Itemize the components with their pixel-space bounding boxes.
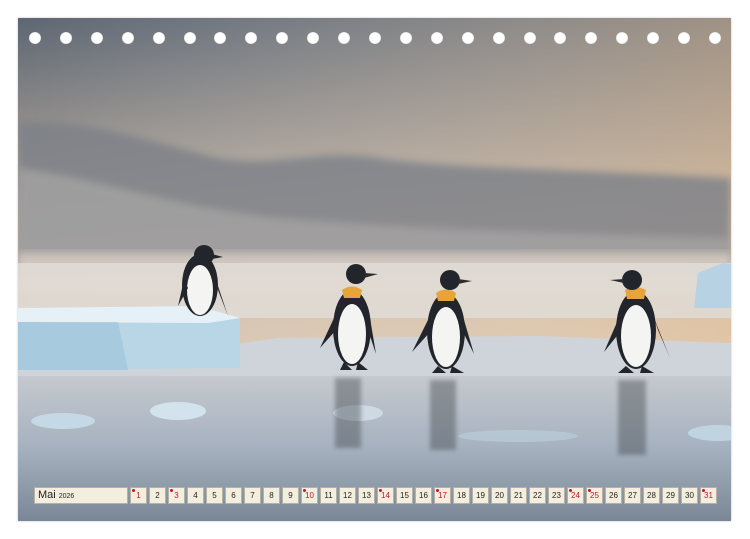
month-year: 2026 <box>58 493 75 500</box>
day-cell: 6 <box>225 487 242 504</box>
binding-hole <box>678 32 691 44</box>
day-number: 29 <box>666 491 675 500</box>
day-cell: 2 <box>149 487 166 504</box>
day-cell: 31 <box>700 487 717 504</box>
day-number: 15 <box>400 491 409 500</box>
day-cell: 24 <box>567 487 584 504</box>
day-cell: 29 <box>662 487 679 504</box>
day-cell: 14 <box>377 487 394 504</box>
day-number: 5 <box>212 491 217 500</box>
day-cell: 5 <box>206 487 223 504</box>
day-number: 8 <box>269 491 274 500</box>
day-number: 3 <box>174 491 179 500</box>
binding-hole <box>59 32 72 44</box>
day-cell: 19 <box>472 487 489 504</box>
day-cell: 7 <box>244 487 261 504</box>
day-cell: 25 <box>586 487 603 504</box>
day-number: 10 <box>305 491 314 500</box>
day-number: 1 <box>136 491 141 500</box>
day-number: 20 <box>495 491 504 500</box>
day-number: 13 <box>362 491 371 500</box>
day-cell: 3 <box>168 487 185 504</box>
day-cell: 17 <box>434 487 451 504</box>
day-number: 11 <box>324 491 333 500</box>
day-cell: 10 <box>301 487 318 504</box>
day-cell: 27 <box>624 487 641 504</box>
binding-hole <box>121 32 134 44</box>
binding-holes <box>29 32 721 46</box>
binding-hole <box>307 32 320 44</box>
month-name: Mai <box>38 489 56 501</box>
binding-hole <box>29 32 41 44</box>
day-number: 12 <box>343 491 352 500</box>
binding-hole <box>245 32 258 44</box>
day-cell: 15 <box>396 487 413 504</box>
day-cell: 8 <box>263 487 280 504</box>
day-cell: 12 <box>339 487 356 504</box>
day-number: 27 <box>628 491 637 500</box>
day-cell: 26 <box>605 487 622 504</box>
day-number: 31 <box>704 491 713 500</box>
day-number: 17 <box>438 491 447 500</box>
day-number: 28 <box>647 491 656 500</box>
day-cell: 11 <box>320 487 337 504</box>
binding-hole <box>152 32 165 44</box>
day-cell: 20 <box>491 487 508 504</box>
binding-hole <box>708 32 721 44</box>
day-number: 25 <box>590 491 599 500</box>
day-cell: 21 <box>510 487 527 504</box>
day-number: 4 <box>193 491 198 500</box>
day-number: 22 <box>533 491 542 500</box>
binding-hole <box>492 32 505 44</box>
binding-hole <box>523 32 536 44</box>
day-number: 26 <box>609 491 618 500</box>
binding-hole <box>338 32 351 44</box>
binding-hole <box>585 32 598 44</box>
day-number: 23 <box>552 491 561 500</box>
penguins-photo <box>18 18 731 521</box>
day-cell: 23 <box>548 487 565 504</box>
binding-hole <box>461 32 474 44</box>
calendar-page: Mai 2026 1 2 3 4 5 6 7 8 9 10 11 12 13 14 15 16 17 18 19 20… <box>18 18 731 521</box>
binding-hole <box>616 32 629 44</box>
day-cell: 30 <box>681 487 698 504</box>
day-number: 2 <box>155 491 160 500</box>
day-number: 9 <box>288 491 293 500</box>
day-cell: 9 <box>282 487 299 504</box>
day-cell: 1 <box>130 487 147 504</box>
calendar-bar: Mai 2026 1 2 3 4 5 6 7 8 9 10 11 12 13 14 15 16 17 18 19 20… <box>34 487 717 504</box>
day-cell: 4 <box>187 487 204 504</box>
day-number: 14 <box>381 491 390 500</box>
day-cell: 16 <box>415 487 432 504</box>
day-cell: 28 <box>643 487 660 504</box>
binding-hole <box>430 32 443 44</box>
day-number: 7 <box>250 491 255 500</box>
day-number: 18 <box>457 491 466 500</box>
day-number: 21 <box>514 491 523 500</box>
day-number: 30 <box>685 491 694 500</box>
binding-hole <box>368 32 381 44</box>
day-number: 24 <box>571 491 580 500</box>
day-cell: 13 <box>358 487 375 504</box>
month-label: Mai 2026 <box>34 487 128 504</box>
day-number: 16 <box>419 491 428 500</box>
binding-hole <box>554 32 567 44</box>
binding-hole <box>399 32 412 44</box>
day-cell: 22 <box>529 487 546 504</box>
binding-hole <box>647 32 660 44</box>
day-number: 6 <box>231 491 236 500</box>
binding-hole <box>214 32 227 44</box>
binding-hole <box>276 32 289 44</box>
day-number: 19 <box>476 491 485 500</box>
binding-hole <box>90 32 103 44</box>
day-cell: 18 <box>453 487 470 504</box>
binding-hole <box>183 32 196 44</box>
